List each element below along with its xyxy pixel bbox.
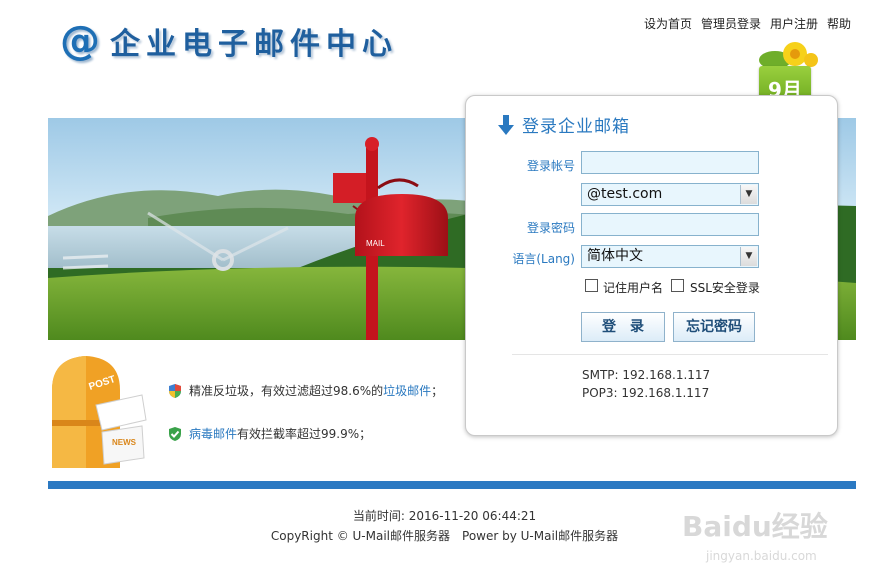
ssl-checkbox[interactable]	[671, 279, 684, 292]
post-mailbox-icon: POST NEWS	[52, 356, 147, 468]
virus-link[interactable]: 病毒邮件	[189, 427, 237, 441]
virus-feature: 病毒邮件有效拦截率超过99.9%；	[167, 425, 371, 442]
site-title: 企业电子邮件中心	[110, 27, 398, 62]
shield-check-icon	[169, 426, 181, 441]
at-logo-icon: @	[60, 18, 100, 64]
language-label: 语言(Lang)	[512, 252, 575, 266]
language-select-value: 简体中文	[587, 248, 643, 264]
ssl-label: SSL安全登录	[690, 281, 760, 295]
pop3-info: POP3: 192.168.1.117	[582, 386, 710, 400]
chevron-down-icon: ▼	[740, 185, 757, 204]
site-logo: @ 企业电子邮件中心	[60, 18, 398, 64]
login-button[interactable]: 登 录	[581, 312, 665, 342]
divider	[512, 354, 828, 355]
forgot-password-button[interactable]: 忘记密码	[673, 312, 755, 342]
news-word: NEWS	[112, 438, 137, 447]
arrow-down-icon	[498, 114, 514, 135]
spam-suffix: ；	[431, 384, 444, 398]
top-links: 设为首页 管理员登录 用户注册 帮助	[644, 15, 851, 32]
smtp-info: SMTP: 192.168.1.117	[582, 368, 711, 382]
spam-link[interactable]: 垃圾邮件	[383, 384, 431, 398]
set-homepage-link[interactable]: 设为首页	[644, 15, 692, 32]
spam-text: 精准反垃圾，有效过滤超过98.6%的	[189, 384, 384, 398]
login-title-text: 登录企业邮箱	[522, 117, 630, 137]
watermark-url: jingyan.baidu.com	[705, 549, 817, 563]
language-select[interactable]: 简体中文 ▼	[581, 245, 759, 268]
shield-icon	[169, 383, 181, 398]
password-input[interactable]	[581, 213, 759, 236]
domain-select[interactable]: @test.com ▼	[581, 183, 759, 206]
help-link[interactable]: 帮助	[827, 15, 851, 32]
password-label: 登录密码	[526, 221, 575, 235]
remember-checkbox[interactable]	[585, 279, 598, 292]
baidu-watermark: Baidu经验 jingyan.baidu.com	[682, 510, 828, 563]
account-label: 登录帐号	[526, 159, 575, 173]
domain-select-value: @test.com	[587, 186, 663, 202]
account-input[interactable]	[581, 151, 759, 174]
watermark-brand: Baidu经验	[682, 510, 828, 543]
footer-bar	[48, 481, 856, 489]
remember-label: 记住用户名	[603, 281, 664, 295]
user-register-link[interactable]: 用户注册	[770, 15, 818, 32]
chevron-down-icon: ▼	[740, 247, 757, 266]
login-title: 登录企业邮箱	[498, 112, 630, 137]
virus-text: 有效拦截率超过99.9%；	[237, 427, 372, 441]
admin-login-link[interactable]: 管理员登录	[701, 15, 761, 32]
mailbox-label: MAIL	[366, 239, 385, 248]
spam-feature: 精准反垃圾，有效过滤超过98.6%的垃圾邮件；	[167, 382, 443, 399]
